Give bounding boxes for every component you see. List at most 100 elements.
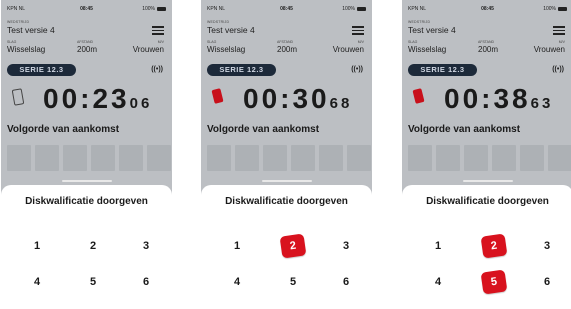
lane-key-2-selected[interactable]: 2: [279, 233, 307, 259]
arrival-slot[interactable]: [147, 145, 171, 171]
status-bar: KPN NL 08:45 100%: [408, 4, 567, 14]
battery-label: 100%: [342, 6, 355, 12]
arrival-slot[interactable]: [347, 145, 371, 171]
serie-badge[interactable]: SERIE 12.3: [7, 64, 76, 76]
lane-key-3[interactable]: 3: [134, 235, 158, 257]
gender-value: Vrouwen: [533, 45, 565, 54]
disqualification-sheet: Diskwalificatie doorgeven 1 2 3 4 5 6: [1, 180, 172, 309]
arrival-slot[interactable]: [63, 145, 87, 171]
disqualification-sheet: Diskwalificatie doorgeven 1 2 3 4 5 6: [201, 180, 372, 309]
phone-screen-2: KPN NL 08:45 100% WEDSTRIJD Test versie …: [201, 0, 372, 309]
arrival-order-title: Volgorde van aankomst: [408, 124, 521, 135]
competition-caption: WEDSTRIJD: [207, 20, 230, 24]
clock: 08:45: [481, 6, 494, 12]
lane-key-5[interactable]: 5: [281, 271, 305, 293]
battery-label: 100%: [142, 6, 155, 12]
lane-key-5-selected[interactable]: 5: [480, 269, 508, 295]
arrival-slot[interactable]: [492, 145, 516, 171]
sheet-title: Diskwalificatie doorgeven: [225, 196, 348, 207]
gender-value: Vrouwen: [132, 45, 164, 54]
race-timer: 00:2306: [43, 83, 152, 115]
status-bar: KPN NL 08:45 100%: [207, 4, 366, 14]
phone-screen-1: KPN NL 08:45 100% WEDSTRIJD Test versie …: [1, 0, 172, 309]
lane-key-1[interactable]: 1: [426, 235, 450, 257]
stroke-value: Wisselslag: [408, 45, 447, 54]
sheet-handle[interactable]: [462, 180, 513, 182]
arrival-slots: [408, 145, 571, 171]
lane-key-1[interactable]: 1: [25, 235, 49, 257]
battery-indicator: 100%: [142, 6, 166, 12]
gender-value: Vrouwen: [332, 45, 364, 54]
sheet-title: Diskwalificatie doorgeven: [426, 196, 549, 207]
competition-caption: WEDSTRIJD: [408, 20, 431, 24]
phone-screen-3: KPN NL 08:45 100% WEDSTRIJD Test versie …: [402, 0, 571, 309]
timer-hundredths: 68: [329, 95, 353, 112]
stroke-value: Wisselslag: [207, 45, 246, 54]
lane-key-4[interactable]: 4: [225, 271, 249, 293]
race-timer: 00:3863: [444, 83, 553, 115]
arrival-slot[interactable]: [291, 145, 315, 171]
card-indicator[interactable]: [211, 87, 224, 106]
battery-icon: [558, 6, 567, 11]
lane-key-6[interactable]: 6: [535, 271, 559, 293]
gender-caption: M/V: [157, 40, 164, 44]
arrival-slot[interactable]: [7, 145, 31, 171]
distance-caption: AFSTAND: [277, 40, 294, 44]
race-info-values: Wisselslag 200m Vrouwen: [7, 45, 164, 55]
lane-key-3[interactable]: 3: [334, 235, 358, 257]
timer-main: 00:38: [444, 83, 531, 114]
battery-icon: [157, 6, 166, 11]
card-indicator[interactable]: [412, 87, 425, 106]
arrival-slot[interactable]: [408, 145, 432, 171]
arrival-slot[interactable]: [35, 145, 59, 171]
arrival-slot[interactable]: [520, 145, 544, 171]
lane-key-2[interactable]: 2: [81, 235, 105, 257]
arrival-slot[interactable]: [464, 145, 488, 171]
lane-key-4[interactable]: 4: [25, 271, 49, 293]
disqualification-sheet: Diskwalificatie doorgeven 1 2 3 4 5 6: [402, 180, 571, 309]
carrier-label: KPN NL: [408, 6, 427, 12]
arrival-slot[interactable]: [207, 145, 231, 171]
battery-indicator: 100%: [543, 6, 567, 12]
arrival-slot[interactable]: [263, 145, 287, 171]
competition-name: Test versie 4: [207, 25, 255, 35]
arrival-slot[interactable]: [235, 145, 259, 171]
sheet-handle[interactable]: [61, 180, 112, 182]
serie-badge[interactable]: SERIE 12.3: [207, 64, 276, 76]
timer-main: 00:23: [43, 83, 130, 114]
lane-key-3[interactable]: 3: [535, 235, 559, 257]
carrier-label: KPN NL: [7, 6, 26, 12]
distance-caption: AFSTAND: [478, 40, 495, 44]
arrival-slot[interactable]: [436, 145, 460, 171]
competition-caption: WEDSTRIJD: [7, 20, 30, 24]
clock: 08:45: [80, 6, 93, 12]
battery-icon: [357, 6, 366, 11]
card-indicator[interactable]: [11, 87, 25, 106]
broadcast-icon[interactable]: ((•)): [552, 66, 564, 73]
hamburger-menu-icon[interactable]: [352, 26, 364, 35]
arrival-slots: [7, 145, 172, 171]
arrival-slot[interactable]: [119, 145, 143, 171]
hamburger-menu-icon[interactable]: [152, 26, 164, 35]
arrival-order-title: Volgorde van aankomst: [7, 124, 120, 135]
broadcast-icon[interactable]: ((•)): [351, 66, 363, 73]
sheet-title: Diskwalificatie doorgeven: [25, 196, 148, 207]
lane-key-6[interactable]: 6: [134, 271, 158, 293]
battery-label: 100%: [543, 6, 556, 12]
arrival-slot[interactable]: [548, 145, 571, 171]
race-info-values: Wisselslag 200m Vrouwen: [207, 45, 364, 55]
arrival-slot[interactable]: [91, 145, 115, 171]
arrival-slot[interactable]: [319, 145, 343, 171]
sheet-handle[interactable]: [261, 180, 312, 182]
lane-key-5[interactable]: 5: [81, 271, 105, 293]
arrival-slots: [207, 145, 372, 171]
broadcast-icon[interactable]: ((•)): [151, 66, 163, 73]
gender-caption: M/V: [357, 40, 364, 44]
lane-key-6[interactable]: 6: [334, 271, 358, 293]
serie-badge[interactable]: SERIE 12.3: [408, 64, 477, 76]
lane-key-4[interactable]: 4: [426, 271, 450, 293]
empty-card-icon: [11, 88, 25, 106]
lane-key-1[interactable]: 1: [225, 235, 249, 257]
lane-key-2-selected[interactable]: 2: [480, 233, 508, 259]
hamburger-menu-icon[interactable]: [553, 26, 565, 35]
